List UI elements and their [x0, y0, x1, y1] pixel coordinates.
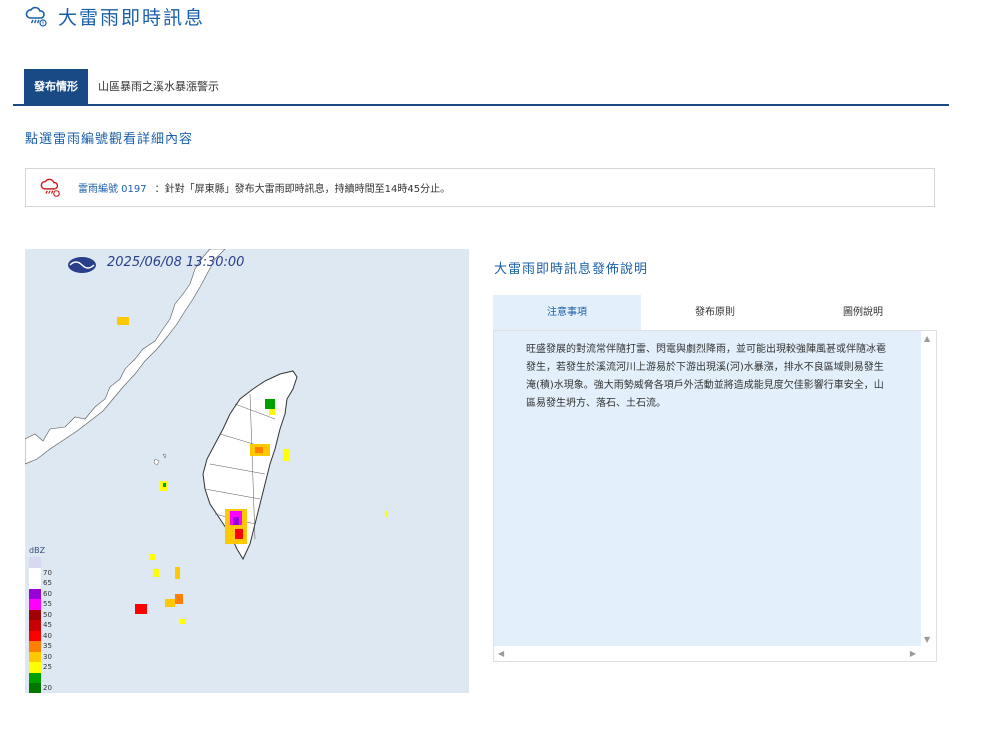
- horizontal-scrollbar[interactable]: ◀ ▶: [494, 646, 922, 661]
- main-tabs: 發布情形 山區暴雨之溪水暴漲警示: [13, 69, 949, 106]
- legend-swatch: [29, 683, 41, 693]
- legend-row: 55: [29, 599, 52, 610]
- legend-row: 40: [29, 630, 52, 641]
- legend-row: 35: [29, 641, 52, 652]
- alert-text: ：針對「屏東縣」發布大雷雨即時訊息，持續時間至14時45分止。: [154, 184, 451, 195]
- legend-label: 20: [43, 684, 52, 693]
- info-tabs: 注意事項 發布原則 圖例說明: [493, 295, 937, 330]
- tab-release-principles[interactable]: 發布原則: [641, 295, 789, 330]
- radar-timestamp: 2025/06/08 13:30:00: [107, 255, 245, 270]
- legend-swatch: [29, 599, 41, 610]
- legend-row: [29, 557, 52, 568]
- legend-label: 50: [43, 610, 52, 619]
- tab-release-status[interactable]: 發布情形: [24, 69, 88, 104]
- scroll-up-icon[interactable]: ▲: [924, 334, 930, 343]
- legend-swatch: [29, 662, 41, 673]
- legend-row: 50: [29, 609, 52, 620]
- section-subtitle: 點選雷雨編號觀看詳細內容: [25, 132, 194, 147]
- scroll-down-icon[interactable]: ▼: [924, 635, 930, 644]
- legend-row: 25: [29, 662, 52, 673]
- legend-row: 65: [29, 578, 52, 589]
- legend-row: 20: [29, 683, 52, 693]
- legend-label: 25: [43, 663, 52, 672]
- legend-label: 40: [43, 631, 52, 640]
- legend-swatch: [29, 557, 41, 568]
- legend-label: 35: [43, 642, 52, 651]
- legend-rows: 70 65 60 55 50 45 40 35 30 25 20: [29, 557, 52, 693]
- radar-map-graphic: [25, 249, 388, 624]
- tab-legend-explanation[interactable]: 圖例說明: [789, 295, 937, 330]
- info-content: 旺盛發展的對流常伴隨打雷、閃電與劇烈降雨，並可能出現較強陣風甚或伴隨冰雹發生，若…: [494, 331, 922, 647]
- legend-swatch: [29, 620, 41, 631]
- legend-unit: dBZ: [29, 546, 46, 555]
- legend-row: 60: [29, 588, 52, 599]
- info-panel: 旺盛發展的對流常伴隨打雷、閃電與劇烈降雨，並可能出現較強陣風甚或伴隨冰雹發生，若…: [493, 330, 937, 662]
- legend-row: 30: [29, 651, 52, 662]
- legend-swatch: [29, 609, 41, 620]
- legend-row: 70: [29, 567, 52, 578]
- legend-swatch: [29, 641, 41, 652]
- page-title: 大雷雨即時訊息: [58, 6, 206, 29]
- vertical-scrollbar[interactable]: ▲ ▼: [921, 331, 936, 647]
- legend-label: 70: [43, 568, 52, 577]
- legend-row: [29, 672, 52, 683]
- legend-swatch: [29, 672, 41, 683]
- legend-row: 45: [29, 620, 52, 631]
- legend-swatch: [29, 578, 41, 589]
- legend-swatch: [29, 630, 41, 641]
- page-header: 大雷雨即時訊息: [24, 0, 205, 32]
- info-title: 大雷雨即時訊息發佈說明: [494, 262, 649, 277]
- alert-id-link[interactable]: 雷雨編號 0197: [78, 180, 147, 195]
- radar-legend: dBZ 70 65 60 55 50 45 40 35 30 25 20: [29, 546, 52, 693]
- legend-label: 45: [43, 621, 52, 630]
- scroll-left-icon[interactable]: ◀: [498, 649, 504, 658]
- radar-map: 2025/06/08 13:30:00 dBZ 70 65 60 55 50 45 40 35…: [25, 249, 469, 693]
- thunderstorm-icon: [25, 6, 47, 27]
- scroll-right-icon[interactable]: ▶: [910, 649, 916, 658]
- legend-swatch: [29, 567, 41, 578]
- legend-label: 30: [43, 652, 52, 661]
- tab-precautions[interactable]: 注意事項: [493, 295, 641, 330]
- legend-label: 55: [43, 600, 52, 609]
- alert-item[interactable]: 雷雨編號 0197 ：針對「屏東縣」發布大雷雨即時訊息，持續時間至14時45分止…: [25, 168, 935, 207]
- penghu-islands: [153, 453, 167, 466]
- legend-label: 60: [43, 589, 52, 598]
- legend-swatch: [29, 588, 41, 599]
- thunderstorm-alert-icon: [40, 178, 60, 197]
- tab-mountain-flood-warning[interactable]: 山區暴雨之溪水暴漲警示: [88, 69, 229, 104]
- legend-label: 65: [43, 579, 52, 588]
- china-coastline: [25, 249, 226, 465]
- legend-swatch: [29, 651, 41, 662]
